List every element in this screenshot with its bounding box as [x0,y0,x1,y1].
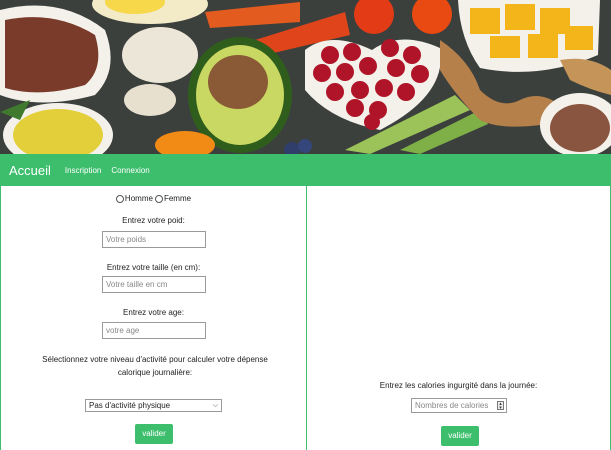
garlic-shape [122,27,198,83]
height-label: Entrez votre taille (en cm): [106,263,201,272]
activity-select[interactable]: Pas d'activité physique ⌵ [85,399,222,412]
gender-radio-group: Homme Femme [1,194,306,203]
number-spinner-icon[interactable]: ▴ ▾ [497,401,504,411]
validate-expenditure-button[interactable]: valider [135,424,173,444]
chevron-down-icon: ⌵ [212,402,218,409]
activity-selected-value: Pas d'activité physique [89,401,171,410]
calorie-intake-form: Entrez les calories ingurgité dans la jo… [307,186,611,450]
gender-option-homme[interactable]: Homme [115,194,153,203]
radio-label-homme: Homme [124,194,153,203]
nav-link-inscription[interactable]: Inscription [65,166,101,175]
food-illustration [0,0,611,154]
hero-banner [0,0,611,154]
validate-intake-button[interactable]: valider [441,426,479,446]
calories-input[interactable]: Nombres de calories ▴ ▾ [411,398,507,413]
height-input[interactable]: Votre taille en cm [102,276,206,293]
gender-option-femme[interactable]: Femme [154,194,192,203]
nav-brand-home[interactable]: Accueil [9,163,51,178]
weight-label: Entrez votre poid: [122,216,185,225]
radio-label-femme: Femme [163,194,192,203]
calorie-expenditure-form: Homme Femme Entrez votre poid: Votre poi… [0,186,307,450]
radio-homme[interactable] [115,194,124,203]
calories-placeholder: Nombres de calories [415,401,489,410]
activity-label: Sélectionnez votre niveau d'activité pou… [42,355,268,377]
radio-femme[interactable] [154,194,163,203]
navbar: Accueil Inscription Connexion [0,154,611,186]
nav-link-connexion[interactable]: Connexion [111,166,149,175]
calories-label: Entrez les calories ingurgité dans la jo… [379,381,538,390]
age-input[interactable]: votre age [102,322,206,339]
age-label: Entrez votre age: [123,308,184,317]
weight-input[interactable]: Votre poids [102,231,206,248]
